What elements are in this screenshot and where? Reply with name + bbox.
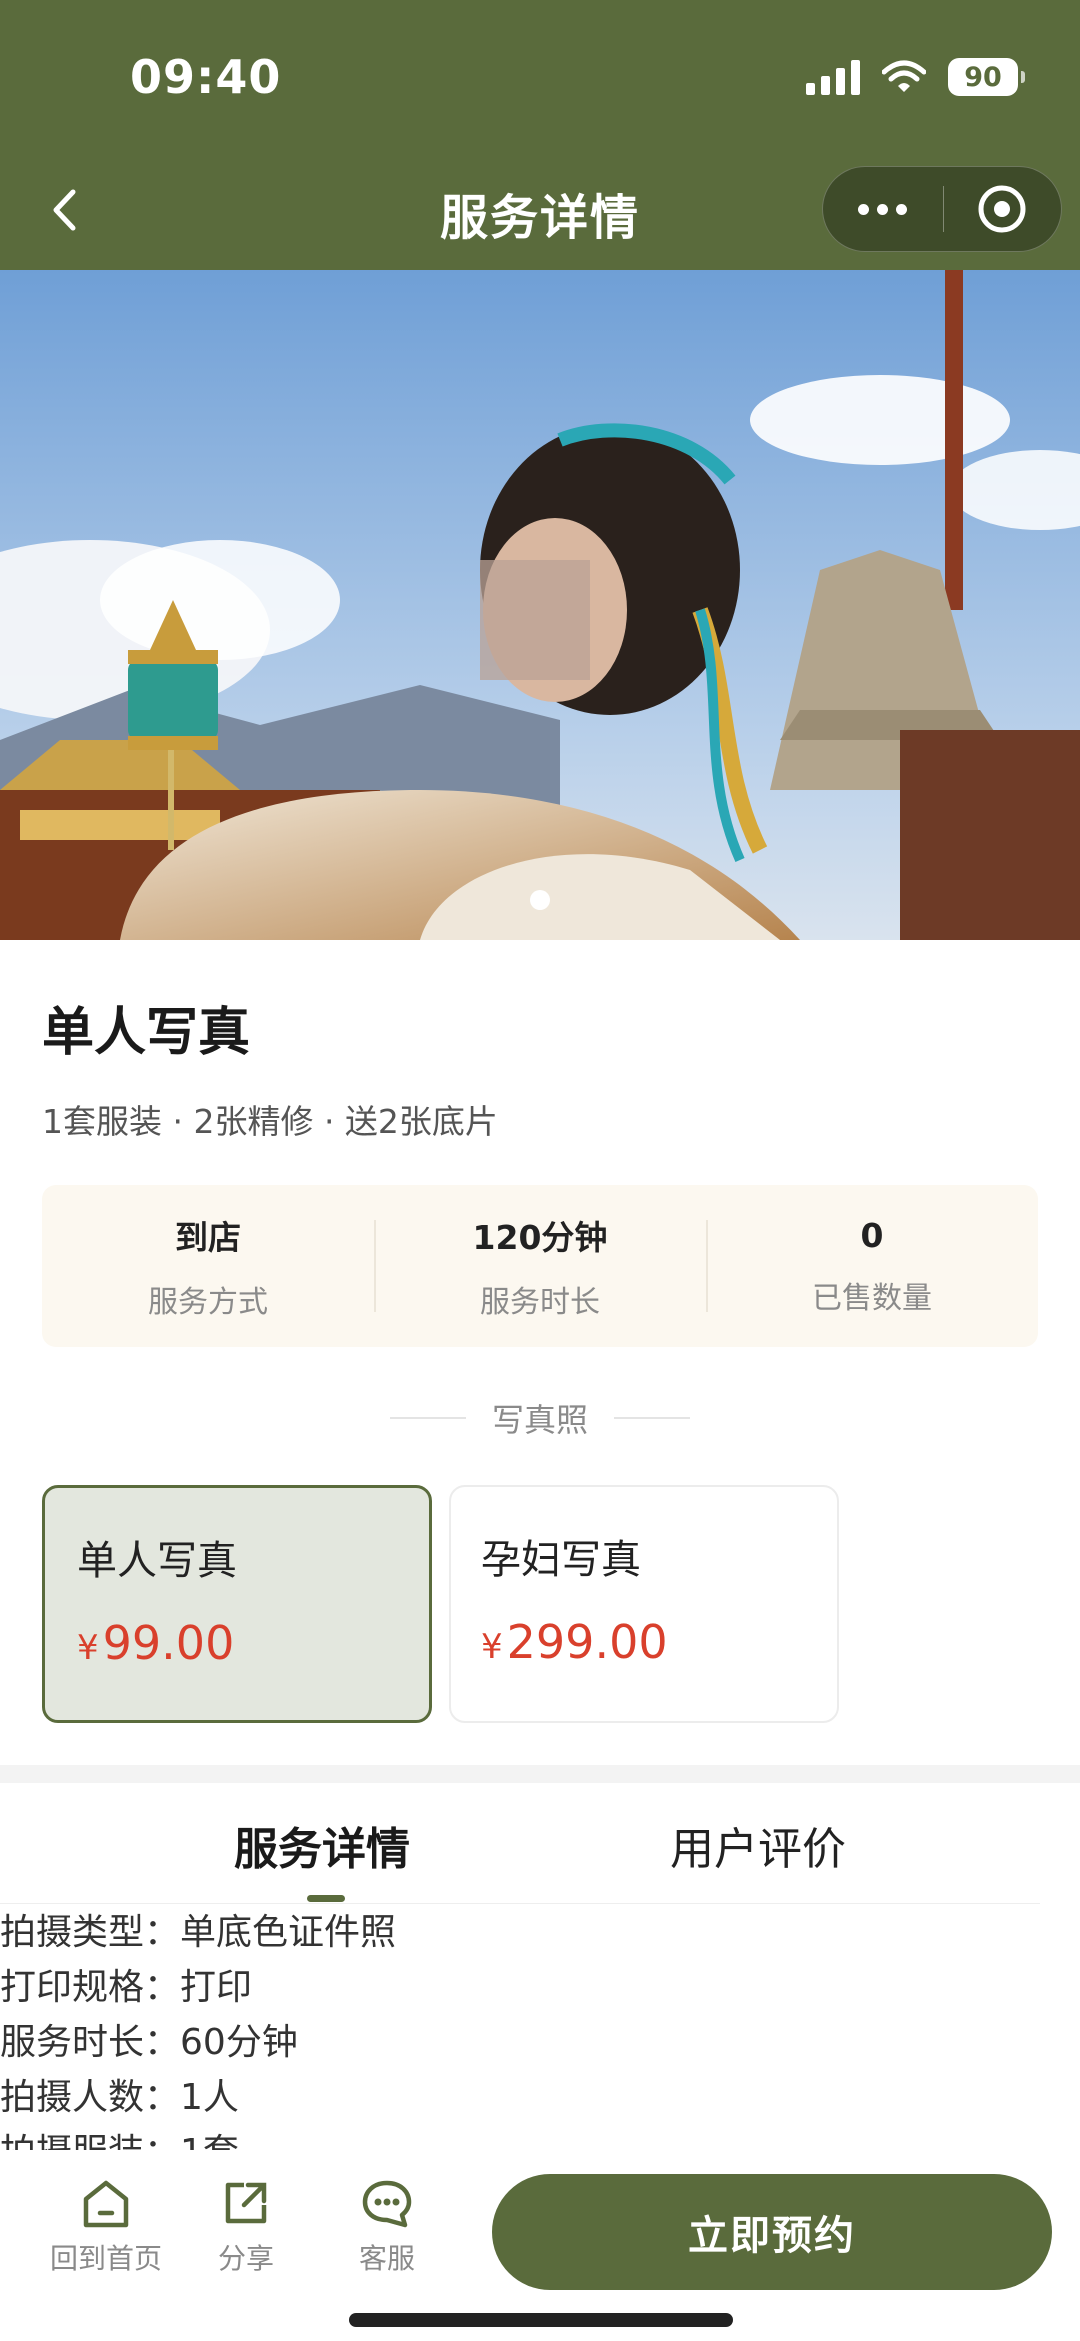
- status-icons: 90: [806, 58, 1025, 96]
- stat-value: 120分钟: [472, 1218, 608, 1257]
- stat-service-mode: 到店 服务方式: [42, 1185, 374, 1347]
- carousel-indicator: [530, 890, 550, 910]
- stat-service-duration: 120分钟 服务时长: [374, 1185, 706, 1347]
- section-separator: [0, 1765, 1080, 1783]
- banner-carousel[interactable]: [0, 270, 1080, 940]
- product-title: 单人写真: [42, 1003, 251, 1063]
- signal-icon: [806, 59, 860, 95]
- detail-tabs: 服务详情 用户评价: [0, 1783, 1080, 1905]
- tab-service-details[interactable]: 服务详情: [234, 1813, 410, 1877]
- share-icon: [225, 2182, 267, 2224]
- tab-indicator: [307, 1895, 345, 1902]
- price-value: 99.00: [102, 1616, 235, 1670]
- stat-value: 0: [860, 1215, 884, 1255]
- stat-sold-count: 0 已售数量: [706, 1185, 1038, 1347]
- divider-line: [389, 1417, 466, 1419]
- price-value: 299.00: [506, 1615, 668, 1669]
- status-time: 09:40: [130, 50, 282, 104]
- detail-value: 1人: [180, 2077, 239, 2118]
- mini-program-capsule: [822, 166, 1062, 252]
- share-button[interactable]: 分享: [186, 2175, 306, 2277]
- currency-symbol: ¥: [77, 1628, 99, 1668]
- home-label: 回到首页: [49, 2242, 162, 2275]
- currency-symbol: ¥: [481, 1627, 503, 1667]
- detail-key: 打印规格：: [0, 1967, 181, 2008]
- stat-label: 服务时长: [480, 1285, 600, 1320]
- stat-value: 到店: [175, 1218, 241, 1257]
- banner-image: [0, 270, 1080, 940]
- section-title: 写真照: [491, 1401, 588, 1439]
- home-button[interactable]: 回到首页: [46, 2175, 166, 2277]
- more-icon[interactable]: [823, 166, 943, 252]
- detail-value: 60分钟: [180, 2022, 298, 2063]
- tab-divider: [0, 1903, 1040, 1904]
- detail-key: 拍摄类型：: [0, 1912, 181, 1953]
- divider-line: [614, 1417, 690, 1419]
- detail-row: 拍摄人数：1人: [0, 2070, 1080, 2125]
- bottom-action-bar: 回到首页 分享 客服 立即预约: [0, 2150, 1080, 2341]
- stat-label: 服务方式: [148, 1285, 268, 1320]
- product-subtitle: 1套服装 · 2张精修 · 送2张底片: [42, 1102, 498, 1141]
- option-card-single[interactable]: 单人写真 ¥99.00: [42, 1485, 432, 1723]
- wifi-icon: [882, 60, 926, 92]
- option-price: ¥299.00: [481, 1615, 837, 1669]
- service-stats: 到店 服务方式 120分钟 服务时长 0 已售数量: [42, 1185, 1038, 1347]
- tab-user-reviews[interactable]: 用户评价: [670, 1813, 846, 1877]
- home-indicator: [349, 2313, 733, 2327]
- close-capsule-icon[interactable]: [944, 166, 1062, 252]
- detail-key: 拍摄人数：: [0, 2077, 181, 2118]
- customer-service-button[interactable]: 客服: [327, 2175, 447, 2277]
- detail-key: 服务时长：: [0, 2022, 181, 2063]
- detail-value: 打印: [180, 1967, 253, 2008]
- option-price: ¥99.00: [77, 1616, 429, 1670]
- top-header: 09:40 90 服务详情: [0, 0, 1080, 270]
- chat-icon: [362, 2180, 412, 2228]
- detail-value: 单底色证件照: [180, 1912, 397, 1953]
- service-detail-list: 拍摄类型：单底色证件照 打印规格：打印 服务时长：60分钟 拍摄人数：1人 拍摄…: [0, 1905, 1080, 2165]
- book-now-button[interactable]: 立即预约: [492, 2174, 1052, 2290]
- share-label: 分享: [217, 2242, 274, 2275]
- option-name: 孕妇写真: [481, 1537, 641, 1583]
- section-divider: 写真照: [0, 1395, 1080, 1441]
- detail-row: 打印规格：打印: [0, 1960, 1080, 2015]
- home-icon: [83, 2180, 129, 2228]
- detail-row: 拍摄类型：单底色证件照: [0, 1905, 1080, 1960]
- battery-icon: 90: [948, 58, 1025, 96]
- detail-row: 服务时长：60分钟: [0, 2015, 1080, 2070]
- option-name: 单人写真: [77, 1538, 237, 1584]
- stat-label: 已售数量: [812, 1280, 932, 1316]
- service-label: 客服: [358, 2242, 415, 2275]
- option-card-maternity[interactable]: 孕妇写真 ¥299.00: [449, 1485, 839, 1723]
